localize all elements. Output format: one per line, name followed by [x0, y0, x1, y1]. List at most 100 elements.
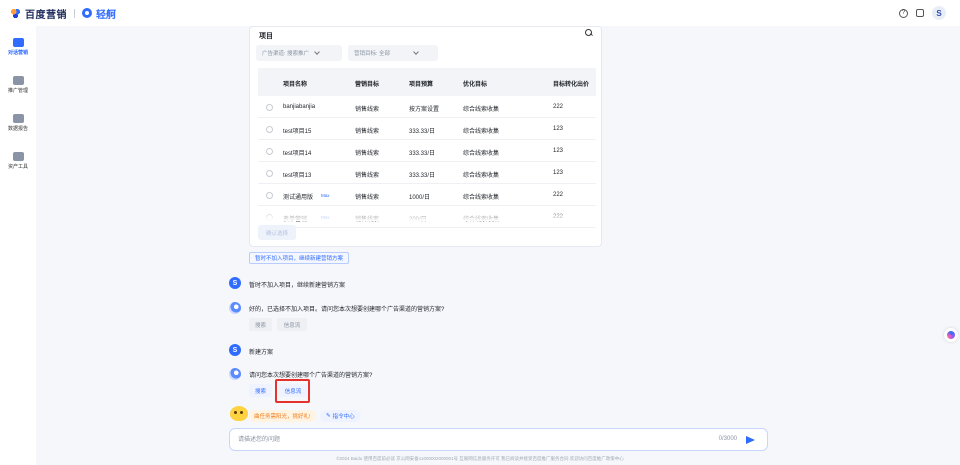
brand[interactable]: 百度营销 轻舸 [10, 6, 116, 21]
skip-project-chip[interactable]: 暂时不加入项目，继续新建营销方案 [249, 252, 350, 264]
row-radio[interactable] [266, 170, 273, 177]
cell-opt: 综合线索收集 [463, 107, 500, 113]
cell-budget: 按方案设置 [409, 107, 440, 113]
table-row[interactable]: test项目14 销售线索 333.33/日 综合线索收集 123 [258, 140, 596, 162]
filter-label: 广告渠道: 搜索推广 [262, 51, 310, 57]
cell-opt: 综合线索收集 [463, 195, 500, 201]
card-title: 项目 [259, 33, 273, 40]
chat-icon [12, 38, 24, 47]
cell-name: test项目15 [283, 129, 312, 135]
switch-icon[interactable] [916, 9, 924, 17]
cell-goal: 销售线索 [355, 173, 380, 179]
table-row[interactable]: test项目15 销售线索 333.33/日 综合线索收集 123 [258, 118, 596, 140]
command-center-label: 指令中心 [332, 414, 355, 420]
cell-goal: 销售线索 [355, 151, 380, 157]
sidebar: 对话营销 推广管理 数据报告 资产工具 [0, 26, 36, 465]
cell-name: test项目13 [283, 173, 312, 179]
footer: ©2024 Baidu 使用百度前必读 京公网安备11000002000001号… [336, 456, 624, 461]
max-badge: Max [321, 193, 330, 198]
column-header-optimization: 优化目标 [463, 82, 488, 88]
column-header-budget: 项目预算 [409, 82, 434, 88]
column-header-goal: 营销目标 [355, 82, 380, 88]
filter-label: 营销目标: 全部 [354, 51, 391, 57]
row-radio[interactable] [266, 192, 273, 199]
user-message: 暂时不加入项目，继续新建营销方案 [249, 283, 346, 289]
send-icon[interactable] [745, 435, 755, 445]
sidebar-item-reports[interactable]: 数据报告 [0, 114, 36, 132]
cell-opt: 综合线索收集 [463, 151, 500, 157]
option-search-button: 搜索 [249, 318, 272, 331]
report-icon [12, 114, 24, 123]
user-avatar[interactable]: S [932, 6, 946, 20]
search-icon[interactable] [585, 29, 593, 37]
assistant-message: 好的，已选择不加入项目。请问您本次想要创建哪个广告渠道的营销方案? [249, 307, 445, 313]
chat-input[interactable] [238, 434, 678, 446]
cell-name: 测试通用版 [283, 195, 314, 201]
cell-goal: 销售线索 [355, 129, 380, 135]
table-row[interactable]: 测试通用版 Max 销售线索 1000/日 综合线索收集 222 [258, 184, 596, 206]
mascot-tip[interactable]: 曲任务需阳光，挑好礼! [249, 410, 316, 422]
cell-budget: 333.33/日 [409, 151, 436, 157]
char-counter: 0/3000 [718, 436, 737, 442]
chevron-down-icon [413, 49, 419, 55]
sidebar-item-chat-marketing[interactable]: 对话营销 [0, 38, 36, 56]
option-feed-button: 信息流 [277, 318, 307, 331]
assistant-avatar-icon [229, 302, 241, 314]
mascot-icon[interactable] [230, 406, 248, 421]
floating-assistant-icon[interactable] [944, 328, 958, 342]
command-center-button[interactable]: ✎ 指令中心 [320, 410, 361, 422]
user-avatar: S [229, 277, 241, 289]
cell-bid: 123 [553, 126, 564, 132]
cell-bid: 123 [553, 170, 564, 176]
assistant-avatar-icon [229, 368, 241, 380]
magic-wand-icon: ✎ [326, 413, 331, 419]
chevron-down-icon [314, 49, 320, 55]
cell-name: banjiabanjia [283, 104, 316, 110]
cell-goal: 销售线索 [355, 107, 380, 113]
row-radio[interactable] [266, 104, 273, 111]
scroll-fade [250, 209, 601, 221]
sub-brand-name: 轻舸 [96, 9, 116, 21]
project-select-card: 项目 广告渠道: 搜索推广 营销目标: 全部 项目名称 营销目标 项目预算 优化… [249, 26, 602, 247]
brand-divider [74, 8, 75, 18]
top-bar: 百度营销 轻舸 ? S [0, 0, 960, 26]
row-radio[interactable] [266, 148, 273, 155]
cell-bid: 123 [553, 148, 564, 154]
sidebar-item-promotion[interactable]: 推广管理 [0, 76, 36, 94]
sidebar-item-label: 推广管理 [7, 88, 28, 94]
column-header-bid: 目标转化出价 [553, 82, 590, 88]
cell-opt: 综合线索收集 [463, 129, 500, 135]
channel-filter-select[interactable]: 广告渠道: 搜索推广 [256, 45, 342, 61]
cell-budget: 1000/日 [409, 195, 431, 201]
brand-name: 百度营销 [25, 9, 67, 21]
confirm-selection-button[interactable]: 确认选择 [258, 225, 296, 240]
cell-bid: 222 [553, 104, 564, 110]
help-icon[interactable]: ? [899, 8, 908, 18]
user-avatar: S [229, 344, 241, 356]
row-radio[interactable] [266, 126, 273, 133]
top-right-actions: ? S [899, 6, 946, 20]
chat-input-box: 0/3000 [229, 428, 768, 451]
goal-filter-select[interactable]: 营销目标: 全部 [348, 45, 438, 61]
cell-budget: 333.33/日 [409, 129, 436, 135]
monitor-icon [12, 76, 24, 85]
user-message: 新建方案 [249, 350, 274, 356]
cell-budget: 333.33/日 [409, 173, 436, 179]
cell-bid: 222 [553, 192, 564, 198]
sidebar-item-assets[interactable]: 资产工具 [0, 152, 36, 170]
sidebar-item-label: 资产工具 [7, 164, 28, 170]
cell-name: test项目14 [283, 151, 312, 157]
table-row[interactable]: test项目13 销售线索 333.33/日 综合线索收集 123 [258, 162, 596, 184]
sidebar-item-label: 对话营销 [7, 50, 28, 56]
cell-goal: 销售线索 [355, 195, 380, 201]
highlight-box [275, 379, 310, 403]
sidebar-item-label: 数据报告 [7, 126, 28, 132]
cell-opt: 综合线索收集 [463, 173, 500, 179]
toolbox-icon [12, 152, 24, 161]
assistant-message: 请问您本次想要创建哪个广告渠道的营销方案? [249, 373, 373, 379]
column-header-name: 项目名称 [283, 82, 308, 88]
option-search-button[interactable]: 搜索 [249, 384, 272, 397]
qingge-logo-icon [82, 8, 92, 18]
baidu-logo-icon [10, 8, 21, 19]
table-row[interactable]: banjiabanjia 销售线索 按方案设置 综合线索收集 222 [258, 96, 596, 118]
